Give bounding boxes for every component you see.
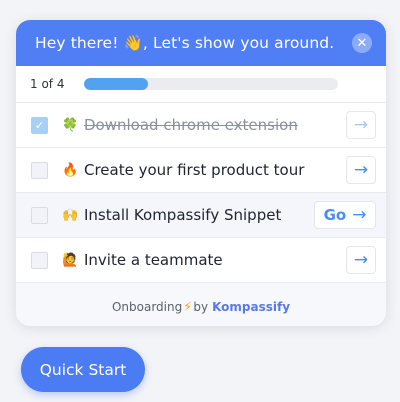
go-button[interactable]: Go → <box>314 201 376 229</box>
task-create-product-tour[interactable]: 🔥 Create your first product tour → <box>16 148 386 193</box>
panel-header: Hey there! 👋, Let's show you around. ✕ <box>16 20 386 66</box>
task-label: Download chrome extension <box>84 116 298 134</box>
progress-label: 1 of 4 <box>30 77 65 91</box>
task-install-snippet[interactable]: 🙌 Install Kompassify Snippet Go → <box>16 193 386 238</box>
task-invite-teammate[interactable]: 🙋 Invite a teammate → <box>16 238 386 283</box>
arrow-right-icon[interactable]: → <box>346 246 376 274</box>
footer-prefix: Onboarding <box>111 300 183 314</box>
task-checkbox-checked[interactable]: ✓ <box>31 116 48 134</box>
arrow-right-icon: → <box>352 205 367 225</box>
progress-row: 1 of 4 <box>16 66 386 103</box>
raising-hand-icon: 🙋 <box>62 252 79 268</box>
go-label: Go <box>323 206 347 224</box>
task-checkbox[interactable] <box>31 206 48 224</box>
header-title: Hey there! 👋, Let's show you around. <box>35 34 335 52</box>
arrow-right-icon[interactable]: → <box>346 156 376 184</box>
lightning-icon: ⚡ <box>183 299 193 315</box>
task-label: Install Kompassify Snippet <box>84 206 282 224</box>
brand-link[interactable]: Kompassify <box>212 300 290 314</box>
clover-icon: 🍀 <box>62 117 79 133</box>
fire-icon: 🔥 <box>62 162 79 178</box>
progress-fill <box>84 78 148 90</box>
task-label: Invite a teammate <box>84 251 223 269</box>
arrow-right-icon[interactable]: → <box>346 111 376 139</box>
progress-bar <box>84 78 338 90</box>
task-download-extension[interactable]: ✓ 🍀 Download chrome extension → <box>16 103 386 148</box>
panel-footer: Onboarding ⚡ by Kompassify <box>16 283 386 326</box>
footer-by: by <box>193 300 209 314</box>
onboarding-panel: Hey there! 👋, Let's show you around. ✕ 1… <box>16 20 386 326</box>
raising-hands-icon: 🙌 <box>62 207 79 223</box>
task-label: Create your first product tour <box>84 161 305 179</box>
task-checkbox[interactable] <box>31 251 48 269</box>
task-checkbox[interactable] <box>31 161 48 179</box>
close-icon[interactable]: ✕ <box>352 33 372 53</box>
quick-start-button[interactable]: Quick Start <box>21 347 145 392</box>
